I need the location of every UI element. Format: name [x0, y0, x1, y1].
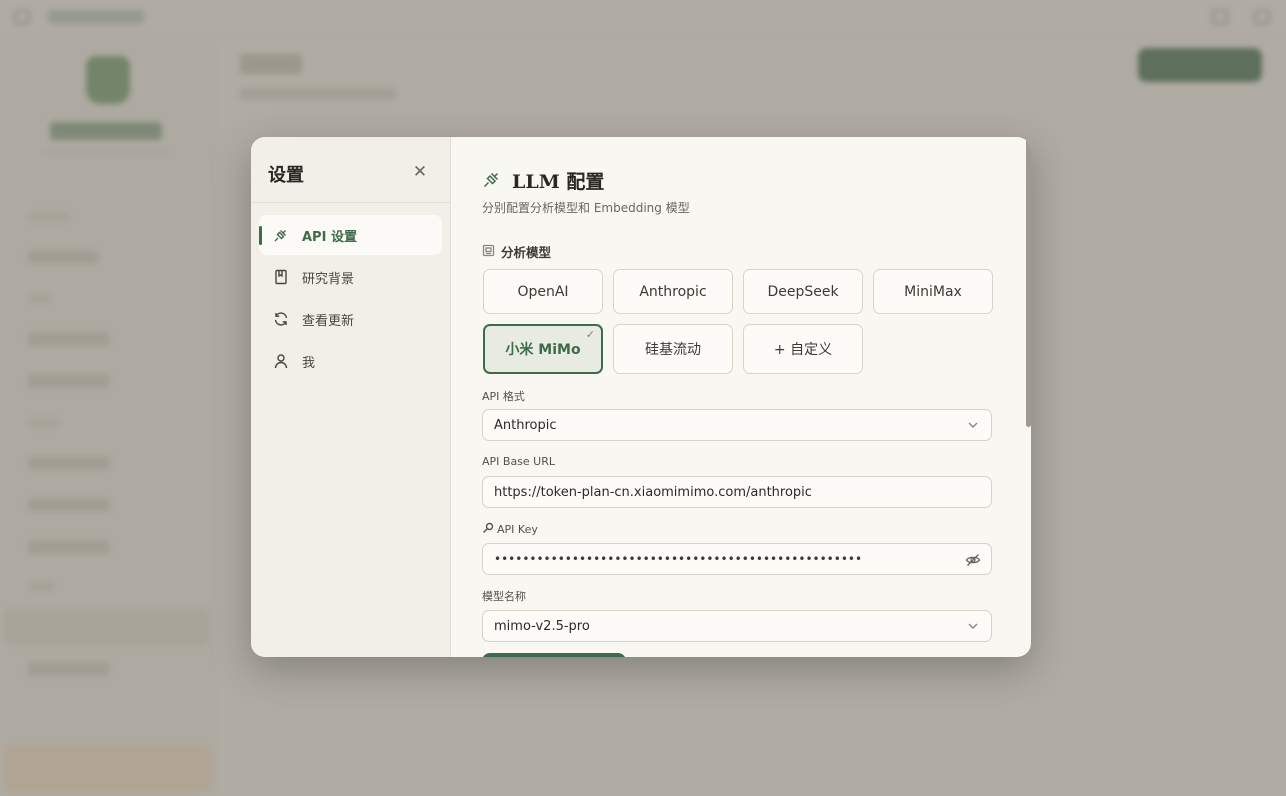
nav-item-label: 我 [302, 355, 316, 371]
key-icon [482, 522, 497, 537]
plug-icon [272, 226, 290, 244]
provider-xiaomi-mimo[interactable]: 小米 MiMo ✓ [483, 324, 603, 374]
chevron-down-icon [967, 620, 979, 632]
chip-icon [482, 244, 501, 260]
base-url-input[interactable]: https://token-plan-cn.xiaomimimo.com/ant… [482, 476, 992, 508]
provider-openai[interactable]: OpenAI [483, 269, 603, 314]
nav-item-check-updates[interactable]: 查看更新 [259, 299, 442, 339]
nav-item-research-background[interactable]: 研究背景 [259, 257, 442, 297]
settings-nav: API 设置 研究背景 查看更新 我 [259, 215, 442, 383]
base-url-label: API Base URL [482, 455, 556, 468]
provider-anthropic[interactable]: Anthropic [613, 269, 733, 314]
provider-siliconflow[interactable]: 硅基流动 [613, 324, 733, 374]
close-icon[interactable]: ✕ [411, 163, 429, 181]
provider-deepseek[interactable]: DeepSeek [743, 269, 863, 314]
model-name-value: mimo-v2.5-pro [494, 618, 590, 634]
plug-icon [482, 169, 512, 193]
divider [251, 202, 451, 203]
eye-off-icon[interactable] [965, 552, 981, 568]
llm-config-title: LLM 配置 [512, 171, 605, 193]
api-key-input[interactable]: ••••••••••••••••••••••••••••••••••••••••… [482, 543, 992, 575]
settings-sidebar: 设置 ✕ API 设置 研究背景 查看更新 我 [251, 137, 451, 657]
settings-modal: 设置 ✕ API 设置 研究背景 查看更新 我 LLM 配置 分别配置分析模型和… [251, 137, 1031, 657]
model-name-select[interactable]: mimo-v2.5-pro [482, 610, 992, 642]
nav-item-label: API 设置 [302, 229, 357, 245]
refresh-icon [272, 310, 290, 328]
provider-custom-button[interactable]: + 自定义 [743, 324, 863, 374]
nav-item-label: 研究背景 [302, 271, 355, 287]
provider-minimax[interactable]: MiniMax [873, 269, 993, 314]
api-format-label: API 格式 [482, 390, 525, 403]
chevron-down-icon [967, 419, 979, 431]
api-format-select[interactable]: Anthropic [482, 409, 992, 441]
api-key-value: ••••••••••••••••••••••••••••••••••••••••… [494, 552, 863, 566]
api-key-label: API Key [482, 522, 538, 537]
user-icon [272, 352, 290, 370]
book-icon [272, 268, 290, 286]
analysis-model-label: 分析模型 [482, 242, 551, 261]
scrollbar-thumb[interactable] [1026, 139, 1031, 427]
api-format-value: Anthropic [494, 417, 557, 433]
save-button[interactable] [482, 653, 626, 657]
nav-item-api-settings[interactable]: API 设置 [259, 215, 442, 255]
base-url-value: https://token-plan-cn.xiaomimimo.com/ant… [494, 484, 812, 500]
check-icon: ✓ [585, 328, 595, 341]
llm-config-subtitle: 分别配置分析模型和 Embedding 模型 [482, 201, 690, 215]
nav-item-label: 查看更新 [302, 313, 355, 329]
model-name-label: 模型名称 [482, 590, 526, 603]
nav-item-me[interactable]: 我 [259, 341, 442, 381]
settings-content: LLM 配置 分别配置分析模型和 Embedding 模型 分析模型 OpenA… [451, 137, 1031, 657]
modal-title: 设置 [268, 165, 304, 186]
section-header: LLM 配置 [482, 167, 604, 194]
provider-label: 小米 MiMo [505, 342, 581, 358]
